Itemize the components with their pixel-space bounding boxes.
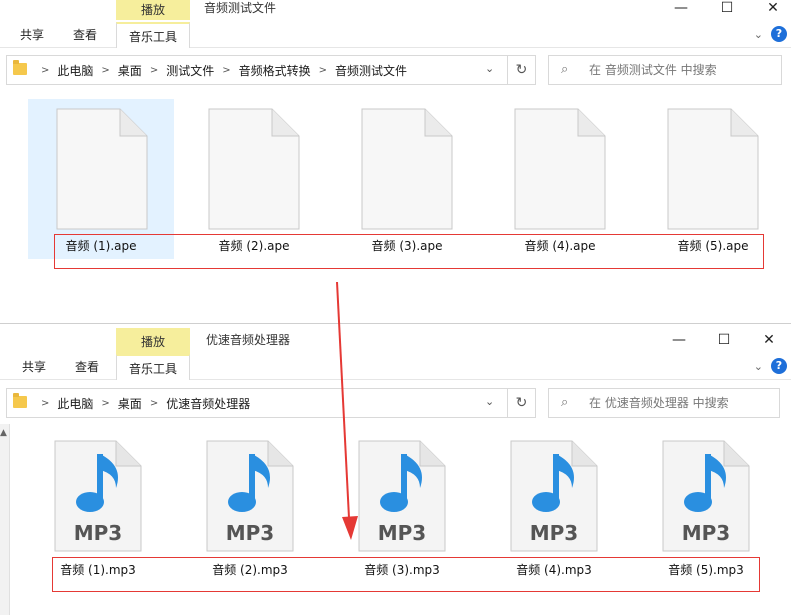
address-bar[interactable]: > 此电脑 > 桌面 > 测试文件 > 音频格式转换 > 音频测试文件 ⌄ ↻ <box>6 55 536 85</box>
mp3-badge: MP3 <box>530 521 578 545</box>
address-dropdown-icon[interactable]: ⌄ <box>485 395 494 408</box>
search-icon: ⌕ <box>561 395 569 410</box>
search-input[interactable]: ⌕ 在 优速音频处理器 中搜索 <box>548 388 780 418</box>
chevron-right-icon[interactable]: > <box>319 65 327 76</box>
file-icon[interactable] <box>361 108 453 230</box>
title-bar: 播放 音频测试文件 — ☐ ✕ <box>0 0 791 20</box>
tab-music-tools[interactable]: 音乐工具 <box>116 354 190 380</box>
breadcrumb: > 此电脑 > 桌面 > 优速音频处理器 <box>33 389 250 417</box>
tab-view[interactable]: 查看 <box>73 22 97 48</box>
mp3-badge: MP3 <box>682 521 730 545</box>
ribbon-tabs: 共享 查看 音乐工具 ⌄ ? <box>0 22 791 48</box>
breadcrumb-item[interactable]: 音频测试文件 <box>335 62 407 79</box>
folder-icon <box>13 393 27 408</box>
title-bar: 播放 优速音频处理器 — ☐ ✕ <box>0 324 791 354</box>
ribbon-collapse-chevron-icon[interactable]: ⌄ <box>754 28 763 41</box>
file-icon[interactable] <box>514 108 606 230</box>
mp3-badge: MP3 <box>74 521 122 545</box>
mp3-badge: MP3 <box>378 521 426 545</box>
scroll-up-icon[interactable]: ▲ <box>0 428 7 438</box>
close-button[interactable]: ✕ <box>746 332 791 348</box>
file-icon[interactable] <box>667 108 759 230</box>
maximize-button[interactable]: ☐ <box>701 332 747 348</box>
folder-icon <box>13 60 27 75</box>
minimize-button[interactable]: — <box>658 0 704 16</box>
highlight-box <box>54 234 764 269</box>
address-dropdown-icon[interactable]: ⌄ <box>485 62 494 75</box>
chevron-right-icon[interactable]: > <box>222 65 230 76</box>
minimize-button[interactable]: — <box>656 332 702 348</box>
mp3-file-icon[interactable]: MP3 <box>206 440 294 552</box>
ribbon-right-controls: ⌄ ? <box>754 26 787 42</box>
context-tab-play[interactable]: 播放 <box>116 0 190 20</box>
breadcrumb-item[interactable]: 音频格式转换 <box>239 62 311 79</box>
breadcrumb: > 此电脑 > 桌面 > 测试文件 > 音频格式转换 > 音频测试文件 <box>33 56 407 84</box>
chevron-right-icon[interactable]: > <box>41 65 49 76</box>
chevron-right-icon[interactable]: > <box>150 398 158 409</box>
chevron-right-icon[interactable]: > <box>101 65 109 76</box>
chevron-right-icon[interactable]: > <box>150 65 158 76</box>
refresh-icon[interactable]: ↻ <box>507 56 535 84</box>
ribbon-collapse-chevron-icon[interactable]: ⌄ <box>754 360 763 373</box>
mp3-file-icon[interactable]: MP3 <box>358 440 446 552</box>
explorer-window-output: 播放 优速音频处理器 — ☐ ✕ 共享 查看 音乐工具 ⌄ ? > 此电脑 > … <box>0 323 791 615</box>
file-icon[interactable] <box>208 108 300 230</box>
breadcrumb-item[interactable]: 优速音频处理器 <box>166 395 250 412</box>
mp3-file-icon[interactable]: MP3 <box>54 440 142 552</box>
breadcrumb-item[interactable]: 测试文件 <box>166 62 214 79</box>
window-title: 优速音频处理器 <box>206 333 291 347</box>
refresh-icon[interactable]: ↻ <box>507 389 535 417</box>
tab-view[interactable]: 查看 <box>75 354 99 380</box>
search-icon: ⌕ <box>561 62 569 77</box>
breadcrumb-item[interactable]: 桌面 <box>118 395 142 412</box>
help-icon[interactable]: ? <box>771 358 787 374</box>
breadcrumb-item[interactable]: 此电脑 <box>57 395 93 412</box>
help-icon[interactable]: ? <box>771 26 787 42</box>
chevron-right-icon[interactable]: > <box>41 398 49 409</box>
mp3-file-icon[interactable]: MP3 <box>510 440 598 552</box>
search-placeholder: 在 音频测试文件 中搜索 <box>589 63 717 77</box>
chevron-right-icon[interactable]: > <box>101 398 109 409</box>
tab-music-tools[interactable]: 音乐工具 <box>116 22 190 48</box>
search-placeholder: 在 优速音频处理器 中搜索 <box>589 396 729 410</box>
file-icon[interactable] <box>56 108 148 230</box>
mp3-file-icon[interactable]: MP3 <box>662 440 750 552</box>
tab-share[interactable]: 共享 <box>22 354 46 380</box>
highlight-box <box>52 557 760 592</box>
tab-share[interactable]: 共享 <box>20 22 44 48</box>
ribbon-right-controls: ⌄ ? <box>754 358 787 374</box>
search-input[interactable]: ⌕ 在 音频测试文件 中搜索 <box>548 55 782 85</box>
window-title: 音频测试文件 <box>204 1 277 15</box>
ribbon-tabs: 共享 查看 音乐工具 ⌄ ? <box>0 354 791 380</box>
navigation-pane-scrollbar[interactable] <box>0 424 10 615</box>
mp3-badge: MP3 <box>226 521 274 545</box>
close-button[interactable]: ✕ <box>750 0 791 16</box>
context-tab-play[interactable]: 播放 <box>116 328 190 354</box>
explorer-window-source: 播放 音频测试文件 — ☐ ✕ 共享 查看 音乐工具 ⌄ ? > 此电脑 > 桌… <box>0 0 791 320</box>
maximize-button[interactable]: ☐ <box>704 0 750 16</box>
breadcrumb-item[interactable]: 桌面 <box>118 62 142 79</box>
breadcrumb-item[interactable]: 此电脑 <box>57 62 93 79</box>
address-bar[interactable]: > 此电脑 > 桌面 > 优速音频处理器 ⌄ ↻ <box>6 388 536 418</box>
